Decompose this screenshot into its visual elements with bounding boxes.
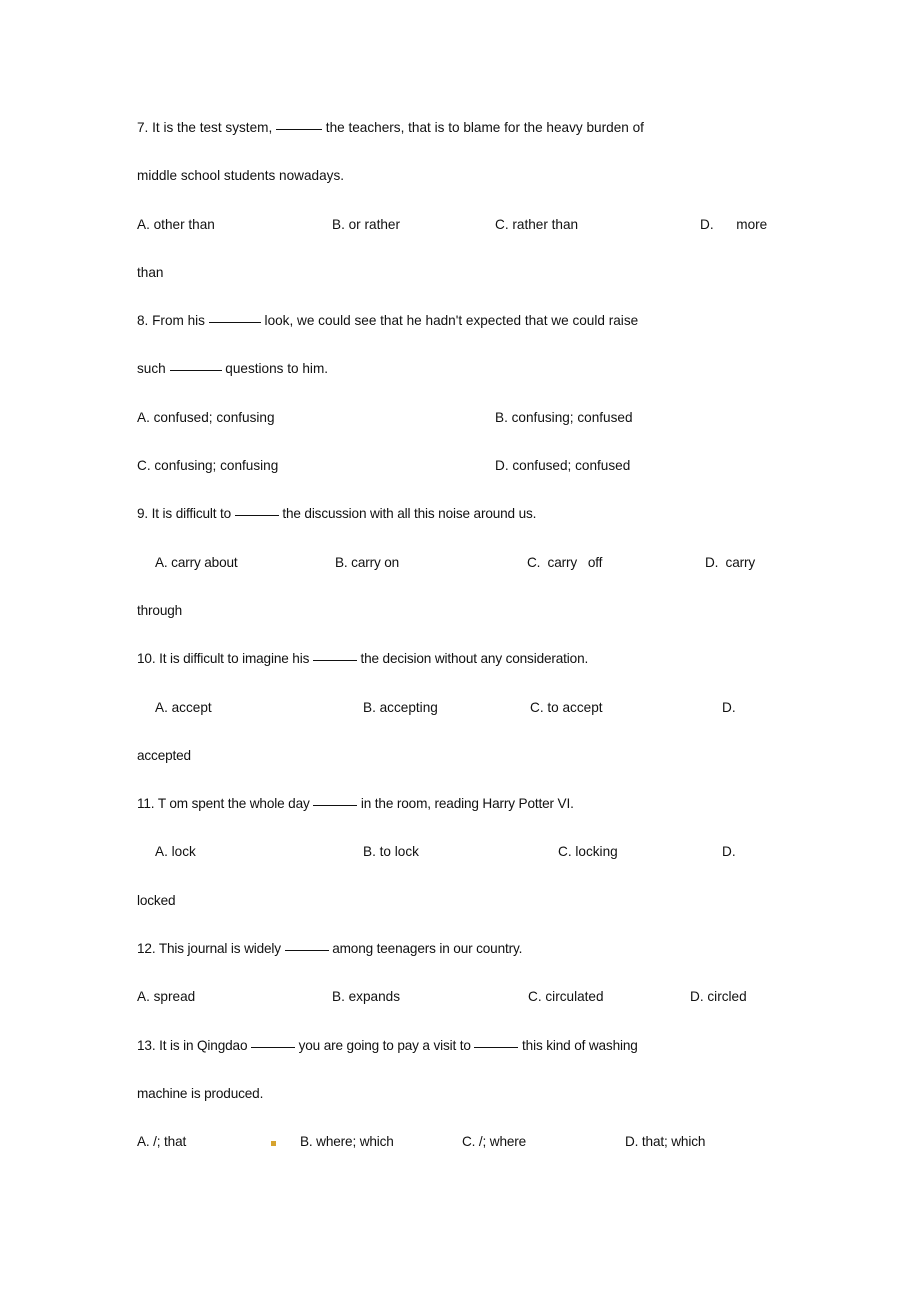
q7-option-c[interactable]: C. rather than — [495, 215, 578, 235]
q12-options-row: A. spread B. expands C. circulated D. ci… — [137, 987, 897, 1035]
q9-option-c[interactable]: C. carry off — [527, 553, 602, 573]
q9-option-d[interactable]: D. carry — [705, 553, 755, 573]
q7-option-d[interactable]: D. more — [700, 215, 767, 235]
q8-stem-text-a: 8. From his — [137, 313, 209, 329]
q7-option-d-wrap-text[interactable]: than — [137, 265, 163, 280]
q7-option-b[interactable]: B. or rather — [332, 215, 400, 235]
q8-option-b[interactable]: B. confusing; confused — [495, 408, 633, 428]
q10-option-b[interactable]: B. accepting — [363, 698, 438, 718]
q8-stem-text-c: such — [137, 361, 170, 377]
q10-options-row: A. accept B. accepting C. to accept D. — [137, 698, 897, 746]
q11-option-d-wrap: locked — [137, 891, 897, 939]
q11-stem-text-b: in the room, reading Harry Potter VI. — [357, 796, 574, 812]
q11-blank-1 — [313, 805, 358, 807]
question-13: 13. It is in Qingdao you are going to pa… — [137, 1036, 897, 1181]
q7-blank-1 — [276, 129, 323, 130]
q8-stem-line-2: such questions to him. — [137, 359, 897, 407]
q11-option-a[interactable]: A. lock — [155, 842, 196, 862]
question-7: 7. It is the test system, the teachers, … — [137, 118, 897, 311]
q13-blank-2 — [474, 1046, 519, 1048]
q8-options-row-1: A. confused; confusing B. confusing; con… — [137, 408, 897, 456]
q12-stem-text-a: 12. This journal is widely — [137, 941, 285, 957]
q7-stem-line-1: 7. It is the test system, the teachers, … — [137, 118, 897, 166]
q9-stem-text-a: 9. It is difficult to — [137, 506, 235, 522]
q9-option-d-wrap-text[interactable]: through — [137, 603, 182, 618]
q9-stem-text-b: the discussion with all this noise aroun… — [278, 506, 537, 522]
q12-option-a[interactable]: A. spread — [137, 987, 195, 1007]
q13-stem-text-d: machine is produced. — [137, 1085, 264, 1101]
q10-option-d-wrap-text[interactable]: accepted — [137, 748, 191, 763]
q13-option-d[interactable]: D. that; which — [625, 1132, 705, 1152]
q7-options-row: A. other than B. or rather C. rather tha… — [137, 215, 897, 263]
q7-stem-text-b: the teachers, that is to blame for the h… — [322, 120, 644, 135]
q13-stem-line-1: 13. It is in Qingdao you are going to pa… — [137, 1036, 897, 1084]
q13-stem-text-b: you are going to pay a visit to — [294, 1037, 475, 1053]
q10-option-a[interactable]: A. accept — [155, 698, 212, 718]
question-11: 11. T om spent the whole day in the room… — [137, 794, 897, 939]
q10-stem-text-a: 10. It is difficult to imagine his — [137, 651, 313, 667]
question-8: 8. From his look, we could see that he h… — [137, 311, 897, 504]
q13-option-c[interactable]: C. /; where — [462, 1132, 526, 1152]
q8-stem-line-1: 8. From his look, we could see that he h… — [137, 311, 897, 359]
q11-option-d-wrap-text[interactable]: locked — [137, 893, 176, 908]
q12-option-c[interactable]: C. circulated — [528, 987, 604, 1007]
q7-option-d-wrap: than — [137, 263, 897, 311]
q12-option-d[interactable]: D. circled — [690, 987, 747, 1007]
question-10: 10. It is difficult to imagine his the d… — [137, 649, 897, 794]
q7-option-a[interactable]: A. other than — [137, 215, 215, 235]
q11-stem-line-1: 11. T om spent the whole day in the room… — [137, 794, 897, 842]
q12-blank-1 — [284, 950, 329, 952]
document-page: 7. It is the test system, the teachers, … — [0, 0, 920, 1303]
q13-stem-line-2: machine is produced. — [137, 1084, 897, 1132]
scan-artifact-speck — [271, 1141, 276, 1147]
q12-stem-text-b: among teenagers in our country. — [328, 941, 523, 957]
q12-option-b[interactable]: B. expands — [332, 987, 400, 1007]
q11-option-d[interactable]: D. — [722, 842, 736, 862]
q9-blank-1 — [234, 515, 279, 517]
q13-stem-text-c: this kind of washing — [518, 1037, 638, 1053]
q11-option-b[interactable]: B. to lock — [363, 842, 419, 862]
q9-option-a[interactable]: A. carry about — [155, 553, 238, 573]
q8-option-d[interactable]: D. confused; confused — [495, 456, 630, 476]
q10-stem-text-b: the decision without any consideration. — [356, 651, 589, 667]
q13-stem-text-a: 13. It is in Qingdao — [137, 1037, 251, 1053]
q10-option-d-wrap: accepted — [137, 746, 897, 794]
q12-stem-line-1: 12. This journal is widely among teenage… — [137, 939, 897, 987]
q10-stem-line-1: 10. It is difficult to imagine his the d… — [137, 649, 897, 697]
q13-options-row: A. /; that B. where; which C. /; where D… — [137, 1132, 897, 1180]
q7-stem-text-c: middle school students nowadays. — [137, 168, 345, 184]
question-9: 9. It is difficult to the discussion wit… — [137, 504, 897, 649]
q9-stem-line-1: 9. It is difficult to the discussion wit… — [137, 504, 897, 552]
q7-stem-line-2: middle school students nowadays. — [137, 166, 897, 214]
q13-option-b[interactable]: B. where; which — [300, 1132, 394, 1152]
q8-options-row-2: C. confusing; confusing D. confused; con… — [137, 456, 897, 504]
q9-option-d-wrap: through — [137, 601, 897, 649]
document-body: 7. It is the test system, the teachers, … — [137, 118, 897, 1181]
q7-stem-text-a: 7. It is the test system, — [137, 120, 277, 135]
q13-blank-1 — [250, 1046, 295, 1048]
q10-option-c[interactable]: C. to accept — [530, 698, 603, 718]
q11-stem-text-a: 11. T om spent the whole day — [137, 796, 314, 812]
q8-blank-1 — [208, 322, 261, 324]
question-12: 12. This journal is widely among teenage… — [137, 939, 897, 1036]
q10-option-d[interactable]: D. — [722, 698, 736, 718]
q8-option-a[interactable]: A. confused; confusing — [137, 408, 275, 428]
q13-option-a[interactable]: A. /; that — [137, 1132, 186, 1152]
q8-stem-text-b: look, we could see that he hadn't expect… — [260, 313, 639, 329]
q9-options-row: A. carry about B. carry on C. carry off … — [137, 553, 897, 601]
q8-option-c[interactable]: C. confusing; confusing — [137, 456, 278, 476]
q9-option-b[interactable]: B. carry on — [335, 553, 399, 573]
q10-blank-1 — [312, 660, 357, 662]
q11-option-c[interactable]: C. locking — [558, 842, 618, 862]
q11-options-row: A. lock B. to lock C. locking D. — [137, 842, 897, 890]
q8-blank-2 — [169, 370, 222, 372]
q8-stem-text-d: questions to him. — [221, 361, 329, 377]
